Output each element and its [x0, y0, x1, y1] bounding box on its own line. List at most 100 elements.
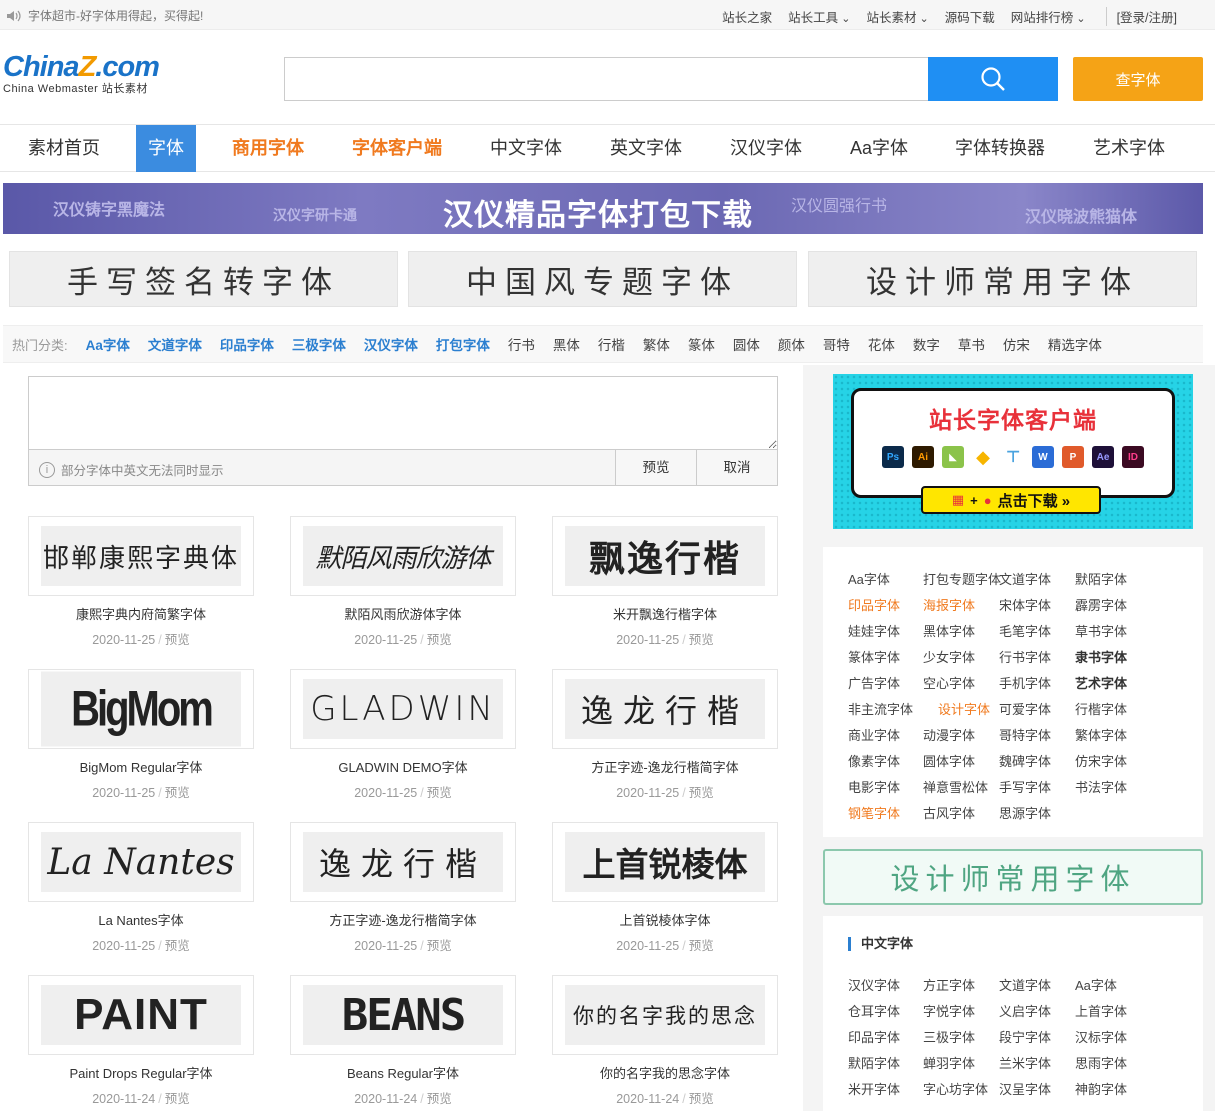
link-tools[interactable]: 站长工具 — [788, 7, 850, 26]
font-card[interactable]: 邯郸康熙字典体 康熙字典内府简繁字体 2020-11-25/预览 — [28, 516, 254, 648]
tag-link[interactable]: 行楷字体 — [1075, 699, 1127, 718]
font-name[interactable]: Beans Regular字体 — [290, 1063, 516, 1082]
chinese-font-link[interactable]: 神韵字体 — [1075, 1079, 1127, 1098]
hot-plain-9[interactable]: 数字 — [913, 334, 940, 354]
hot-blue-4[interactable]: 汉仪字体 — [364, 334, 418, 354]
font-card[interactable]: GLADWIN GLADWIN DEMO字体 2020-11-25/预览 — [290, 669, 516, 801]
tag-link[interactable]: 艺术字体 — [1075, 673, 1127, 692]
font-thumbnail[interactable]: BEANS — [290, 975, 516, 1055]
font-thumbnail[interactable]: 默陌风雨欣游体 — [290, 516, 516, 596]
nav-art[interactable]: 艺术字体 — [1081, 125, 1177, 172]
font-card[interactable]: 逸龙行楷 方正字迹-逸龙行楷简字体 2020-11-25/预览 — [290, 822, 516, 954]
preview-textarea[interactable] — [29, 377, 777, 450]
link-zzzj[interactable]: 站长之家 — [722, 7, 772, 26]
preview-button[interactable]: 预览 — [615, 450, 696, 485]
chinese-font-link[interactable]: 默陌字体 — [848, 1053, 900, 1072]
chinese-font-link[interactable]: 蝉羽字体 — [923, 1053, 975, 1072]
font-thumbnail[interactable]: 逸龙行楷 — [290, 822, 516, 902]
font-preview-link[interactable]: 预览 — [689, 939, 714, 953]
font-preview-link[interactable]: 预览 — [165, 939, 190, 953]
hot-plain-12[interactable]: 精选字体 — [1048, 334, 1102, 354]
cancel-button[interactable]: 取消 — [696, 450, 777, 485]
tag-link[interactable]: 思源字体 — [999, 803, 1051, 822]
font-preview-link[interactable]: 预览 — [165, 633, 190, 647]
tag-link[interactable]: 电影字体 — [848, 777, 900, 796]
hanyi-banner[interactable]: 汉仪铸字黑魔法 汉仪字研卡通 汉仪精品字体打包下载 汉仪圆强行书 汉仪晓波熊猫体 — [3, 183, 1203, 234]
tag-link[interactable]: 黑体字体 — [923, 621, 975, 640]
font-name[interactable]: 米开飘逸行楷字体 — [552, 604, 778, 623]
tag-link[interactable]: 繁体字体 — [1075, 725, 1127, 744]
font-name[interactable]: 康熙字典内府简繁字体 — [28, 604, 254, 623]
font-name[interactable]: 你的名字我的思念字体 — [552, 1063, 778, 1082]
download-button[interactable]: ▦ + ● 点击下载 » — [921, 486, 1101, 514]
tag-link[interactable]: 禅意雪松体 — [923, 777, 988, 796]
font-preview-link[interactable]: 预览 — [427, 1092, 452, 1106]
nav-english[interactable]: 英文字体 — [598, 125, 694, 172]
font-preview-link[interactable]: 预览 — [689, 1092, 714, 1106]
chinese-font-link[interactable]: 字悦字体 — [923, 1001, 975, 1020]
tag-link[interactable]: 像素字体 — [848, 751, 900, 770]
font-preview-link[interactable]: 预览 — [427, 786, 452, 800]
search-button[interactable] — [928, 57, 1058, 101]
font-card[interactable]: 你的名字我的思念 你的名字我的思念字体 2020-11-24/预览 — [552, 975, 778, 1107]
hot-plain-6[interactable]: 颜体 — [778, 334, 805, 354]
chinese-font-link[interactable]: 汉仪字体 — [848, 975, 900, 994]
nav-aa[interactable]: Aa字体 — [838, 125, 920, 172]
tag-link[interactable]: 文道字体 — [999, 569, 1051, 588]
font-preview-link[interactable]: 预览 — [689, 786, 714, 800]
chinese-font-link[interactable]: Aa字体 — [1075, 975, 1117, 994]
font-card[interactable]: 上首锐棱体 上首锐棱体字体 2020-11-25/预览 — [552, 822, 778, 954]
font-name[interactable]: 方正字迹-逸龙行楷简字体 — [290, 910, 516, 929]
tag-link[interactable]: 手写字体 — [999, 777, 1051, 796]
font-name[interactable]: 上首锐棱体字体 — [552, 910, 778, 929]
tag-link[interactable]: 非主流字体 — [848, 699, 913, 718]
hot-plain-3[interactable]: 繁体 — [643, 334, 670, 354]
font-thumbnail[interactable]: PAINT — [28, 975, 254, 1055]
chinese-font-link[interactable]: 汉呈字体 — [999, 1079, 1051, 1098]
promo-chinese-style[interactable]: 中国风专题字体 — [408, 251, 797, 307]
font-card[interactable]: BEANS Beans Regular字体 2020-11-24/预览 — [290, 975, 516, 1107]
tag-link[interactable]: Aa字体 — [848, 569, 890, 588]
link-material[interactable]: 站长素材 — [866, 7, 928, 26]
tag-link[interactable]: 行书字体 — [999, 647, 1051, 666]
chinese-font-link[interactable]: 方正字体 — [923, 975, 975, 994]
tag-link[interactable]: 印品字体 — [848, 595, 900, 614]
chinese-font-link[interactable]: 米开字体 — [848, 1079, 900, 1098]
font-thumbnail[interactable]: 上首锐棱体 — [552, 822, 778, 902]
font-thumbnail[interactable]: 逸龙行楷 — [552, 669, 778, 749]
link-source[interactable]: 源码下载 — [945, 7, 995, 26]
font-thumbnail[interactable]: 你的名字我的思念 — [552, 975, 778, 1055]
chinese-font-link[interactable]: 字心坊字体 — [923, 1079, 988, 1098]
tag-link[interactable]: 魏碑字体 — [999, 751, 1051, 770]
tag-link[interactable]: 哥特字体 — [999, 725, 1051, 744]
tag-link[interactable]: 默陌字体 — [1075, 569, 1127, 588]
search-input[interactable] — [284, 57, 929, 101]
designer-fonts-banner[interactable]: 设计师常用字体 — [823, 849, 1203, 905]
chinese-font-link[interactable]: 兰米字体 — [999, 1053, 1051, 1072]
hot-blue-5[interactable]: 打包字体 — [436, 334, 490, 354]
tag-link[interactable]: 可爱字体 — [999, 699, 1051, 718]
tag-link[interactable]: 毛笔字体 — [999, 621, 1051, 640]
font-name[interactable]: 默陌风雨欣游体字体 — [290, 604, 516, 623]
font-name[interactable]: BigMom Regular字体 — [28, 757, 254, 776]
hot-blue-1[interactable]: 文道字体 — [148, 334, 202, 354]
query-font-button[interactable]: 查字体 — [1073, 57, 1203, 101]
chinese-font-link[interactable]: 段宁字体 — [999, 1027, 1051, 1046]
chinese-font-link[interactable]: 文道字体 — [999, 975, 1051, 994]
font-name[interactable]: 方正字迹-逸龙行楷简字体 — [552, 757, 778, 776]
font-card[interactable]: 逸龙行楷 方正字迹-逸龙行楷简字体 2020-11-25/预览 — [552, 669, 778, 801]
hot-blue-0[interactable]: Aa字体 — [86, 334, 130, 354]
font-thumbnail[interactable]: 飘逸行楷 — [552, 516, 778, 596]
font-name[interactable]: GLADWIN DEMO字体 — [290, 757, 516, 776]
tag-link[interactable]: 宋体字体 — [999, 595, 1051, 614]
tag-link[interactable]: 圆体字体 — [923, 751, 975, 770]
hot-plain-11[interactable]: 仿宋 — [1003, 334, 1030, 354]
chinese-font-link[interactable]: 义启字体 — [999, 1001, 1051, 1020]
font-card[interactable]: 飘逸行楷 米开飘逸行楷字体 2020-11-25/预览 — [552, 516, 778, 648]
promo-designer[interactable]: 设计师常用字体 — [808, 251, 1197, 307]
client-ad[interactable]: 站长字体客户端 Ps Ai ◣ ◆ ⊤ W P Ae ID ▦ + ● 点击下载… — [833, 374, 1193, 529]
link-rank[interactable]: 网站排行榜 — [1011, 7, 1086, 26]
hot-plain-10[interactable]: 草书 — [958, 334, 985, 354]
chinese-font-link[interactable]: 印品字体 — [848, 1027, 900, 1046]
font-preview-link[interactable]: 预览 — [427, 633, 452, 647]
